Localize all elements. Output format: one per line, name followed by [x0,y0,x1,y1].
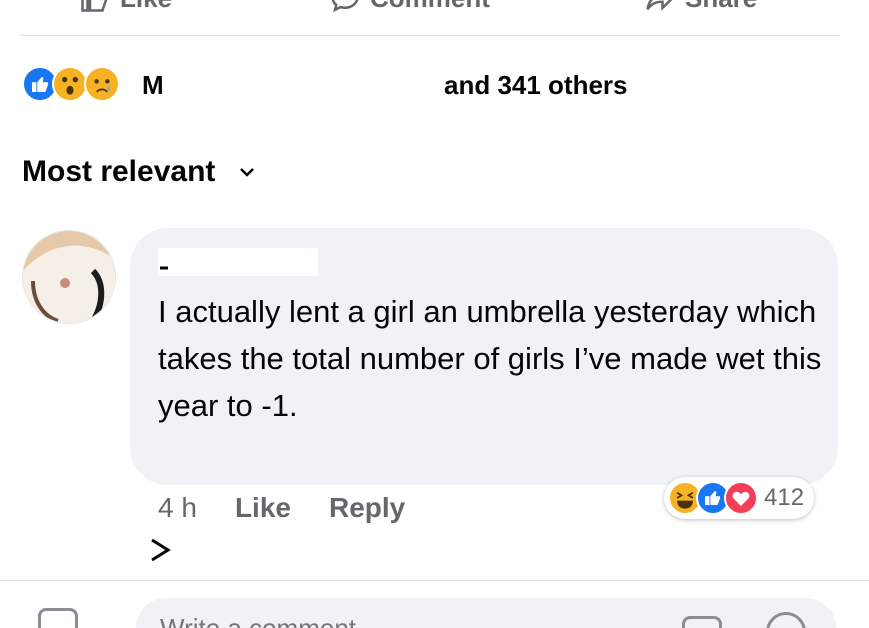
wow-reaction-icon [52,66,88,102]
like-label: Like [120,0,172,14]
camera-icon[interactable] [38,608,78,628]
gif-icon[interactable] [682,616,722,628]
comment-sort-dropdown[interactable]: Most relevant [22,155,257,189]
share-label: Share [685,0,757,14]
reactor-count[interactable]: and 341 others [444,70,628,101]
avatar[interactable] [22,230,116,324]
share-icon [646,0,673,12]
comment-text: I actually lent a girl an umbrella yeste… [158,294,822,423]
thumbs-up-icon [81,0,108,12]
avatar-image [23,231,115,323]
comment-label: Comment [370,0,490,14]
comment-reply-link[interactable]: Reply [329,492,405,524]
reaction-count: 412 [764,484,805,511]
comment-input[interactable] [136,598,836,628]
view-replies-link[interactable] [150,538,630,564]
chevron-down-icon [240,168,255,177]
divider [0,580,869,581]
comment-icon [331,0,359,13]
reactions-summary[interactable]: M and 341 others [22,62,842,106]
sort-label: Most relevant [22,155,216,188]
love-icon [724,481,758,515]
comment-like-link[interactable]: Like [235,492,291,524]
comment-reactions-pill[interactable]: 412 [664,477,815,519]
share-button[interactable]: Share [645,0,757,13]
reply-arrow-icon [151,538,171,562]
like-button[interactable]: Like [80,0,172,13]
post-action-bar: Like Comment Share [20,0,840,36]
reactor-name[interactable]: M [142,70,164,101]
comment-bubble: I actually lent a girl an umbrella yeste… [130,228,838,485]
comment-timestamp[interactable]: 4 h [158,492,197,524]
author-name-redacted[interactable] [158,248,318,276]
comment-button[interactable]: Comment [330,0,490,13]
sad-reaction-icon [84,66,120,102]
comment-meta: 4 h Like Reply [158,492,405,524]
